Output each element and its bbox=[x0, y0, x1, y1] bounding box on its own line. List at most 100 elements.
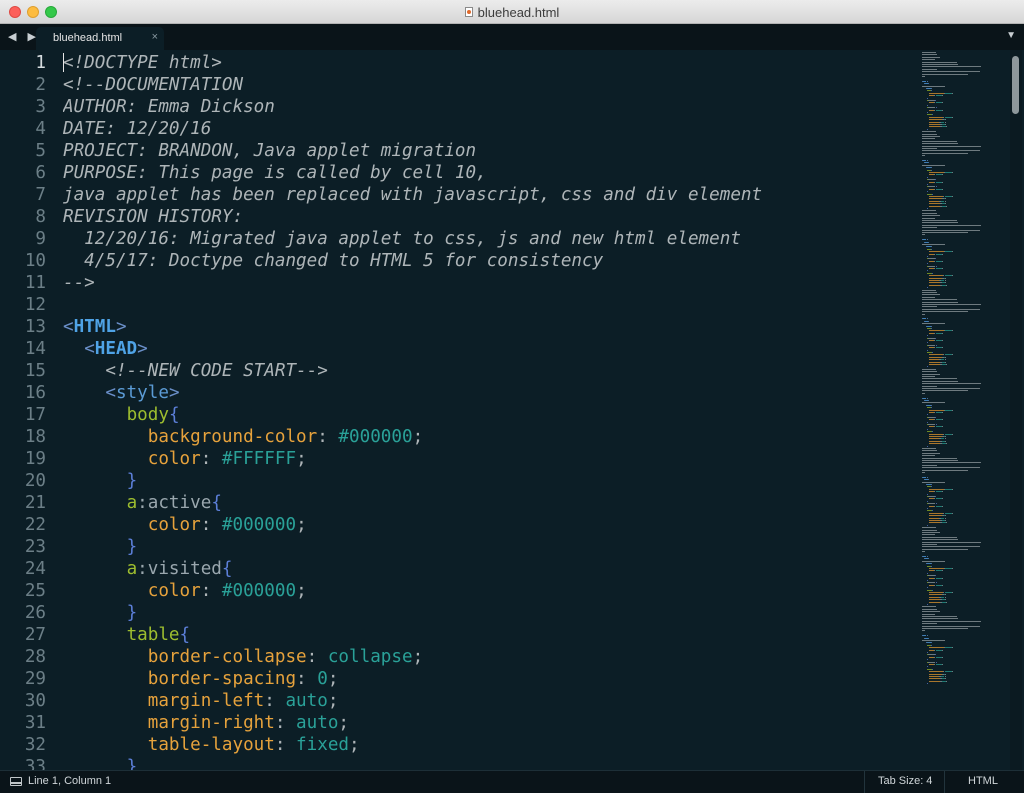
cursor-position: Line 1, Column 1 bbox=[28, 775, 112, 787]
line-number: 24 bbox=[24, 559, 46, 579]
code-line[interactable]: } bbox=[63, 756, 138, 770]
code-line[interactable]: REVISION HISTORY: bbox=[63, 206, 243, 228]
code-line[interactable]: color: #FFFFFF; bbox=[63, 448, 307, 470]
minimap-stroke bbox=[922, 294, 940, 296]
status-bar: Line 1, Column 1 Tab Size: 4 HTML bbox=[0, 770, 1024, 793]
minimap-stroke bbox=[951, 592, 953, 593]
minimap-stroke bbox=[944, 592, 952, 593]
code-line[interactable]: a:visited{ bbox=[63, 558, 233, 580]
minimap-stroke bbox=[922, 620, 982, 622]
minimap[interactable] bbox=[920, 50, 1008, 770]
code-line[interactable]: body{ bbox=[63, 404, 180, 426]
code-token: } bbox=[126, 471, 138, 491]
code-token: table-layout bbox=[147, 735, 275, 755]
minimap-stroke bbox=[922, 544, 938, 545]
minimap-stroke bbox=[929, 520, 940, 521]
code-line[interactable]: --> bbox=[63, 272, 95, 294]
code-line[interactable]: <style> bbox=[63, 382, 179, 404]
minimap-stroke bbox=[941, 664, 943, 665]
code-line[interactable]: 12/20/16: Migrated java applet to css, j… bbox=[63, 228, 741, 250]
code-line[interactable]: <HTML> bbox=[63, 316, 127, 338]
minimap-stroke bbox=[922, 212, 938, 214]
minimap-stroke bbox=[935, 186, 937, 188]
scrollbar-thumb[interactable] bbox=[1012, 56, 1019, 114]
code-token: { bbox=[221, 559, 233, 579]
syntax-selector[interactable]: HTML bbox=[968, 775, 998, 787]
code-line[interactable]: <!--DOCUMENTATION bbox=[63, 74, 243, 96]
minimap-stroke bbox=[926, 635, 928, 637]
code-line[interactable]: DATE: 12/20/16 bbox=[63, 118, 211, 140]
minimap-stroke bbox=[944, 596, 946, 598]
minimap-stroke bbox=[922, 150, 980, 152]
line-number: 20 bbox=[24, 471, 46, 491]
minimap-stroke bbox=[922, 467, 980, 469]
code-line[interactable]: a:active{ bbox=[63, 492, 222, 514]
code-line[interactable]: margin-right: auto; bbox=[63, 712, 349, 734]
minimap-stroke bbox=[929, 121, 940, 123]
minimap-stroke bbox=[922, 220, 958, 221]
code-line[interactable]: PURPOSE: This page is called by cell 10, bbox=[63, 162, 487, 184]
minimap-stroke bbox=[946, 284, 948, 286]
document-icon bbox=[464, 7, 473, 17]
minimap-stroke bbox=[922, 606, 936, 608]
tab-close-icon[interactable]: × bbox=[152, 31, 158, 43]
tab-bluehead-html[interactable]: bluehead.html × bbox=[36, 27, 164, 50]
code-line[interactable]: border-spacing: 0; bbox=[63, 668, 339, 690]
minimap-stroke bbox=[931, 90, 932, 92]
code-token: #000000 bbox=[221, 581, 297, 601]
code-line[interactable]: AUTHOR: Emma Dickson bbox=[63, 96, 275, 118]
minimap-stroke bbox=[922, 388, 980, 389]
code-line[interactable]: <HEAD> bbox=[63, 338, 148, 360]
code-line[interactable]: border-collapse: collapse; bbox=[63, 646, 423, 668]
code-line[interactable]: table{ bbox=[63, 624, 191, 646]
code-editor[interactable]: 1 2 3 4 5 6 7 8 9 10 11 12 13 14 15 16 17 18 19 20 21 22 23 24 2… bbox=[0, 50, 1024, 770]
minimap-stroke bbox=[929, 673, 942, 675]
line-number: 12 bbox=[24, 295, 46, 315]
minimap-stroke bbox=[922, 616, 958, 617]
minimap-stroke bbox=[922, 378, 958, 380]
minimap-stroke bbox=[931, 431, 933, 433]
minimap-stroke bbox=[929, 436, 942, 437]
code-token: DATE: 12/20/16 bbox=[63, 119, 212, 139]
minimap-stroke bbox=[945, 520, 947, 521]
code-line[interactable]: <!DOCTYPE html> bbox=[63, 52, 222, 74]
minimap-stroke bbox=[931, 644, 932, 646]
tab-size-selector[interactable]: Tab Size: 4 bbox=[878, 775, 932, 787]
tab-list-dropdown-icon[interactable]: ▼ bbox=[1006, 30, 1016, 41]
minimap-stroke bbox=[941, 498, 943, 500]
minimap-stroke bbox=[927, 587, 929, 589]
line-number: 23 bbox=[24, 537, 46, 557]
code-line[interactable]: } bbox=[63, 536, 138, 558]
code-area[interactable]: <!DOCTYPE html> <!--DOCUMENTATION AUTHOR: … bbox=[63, 50, 913, 770]
code-line[interactable]: color: #000000; bbox=[63, 514, 307, 536]
line-number: 33 bbox=[24, 757, 46, 770]
code-line[interactable]: java applet has been replaced with javas… bbox=[63, 184, 762, 206]
minimap-stroke bbox=[922, 138, 935, 140]
console-toggle-icon[interactable] bbox=[10, 777, 22, 786]
code-line[interactable]: table-layout: fixed; bbox=[63, 734, 360, 756]
code-line[interactable]: background-color: #000000; bbox=[63, 426, 423, 448]
code-token: a bbox=[126, 493, 138, 513]
minimap-stroke bbox=[927, 421, 929, 423]
code-token: < bbox=[63, 317, 74, 337]
code-line[interactable]: } bbox=[63, 470, 138, 492]
code-line[interactable]: <!--NEW CODE START--> bbox=[63, 360, 327, 382]
code-line[interactable]: } bbox=[63, 602, 138, 624]
code-line[interactable]: margin-left: auto; bbox=[63, 690, 339, 712]
code-token: : bbox=[200, 515, 222, 535]
code-token: style bbox=[115, 383, 169, 403]
code-line[interactable]: PROJECT: BRANDON, Java applet migration bbox=[63, 140, 476, 162]
minimap-stroke bbox=[941, 268, 943, 269]
minimap-stroke bbox=[941, 649, 943, 651]
line-number: 22 bbox=[24, 515, 46, 535]
code-line[interactable]: color: #000000; bbox=[63, 580, 307, 602]
minimap-stroke bbox=[944, 119, 946, 121]
minimap-stroke bbox=[922, 536, 958, 538]
minimap-stroke bbox=[944, 277, 946, 279]
minimap-stroke bbox=[926, 239, 928, 241]
vertical-scrollbar[interactable] bbox=[1010, 50, 1022, 770]
code-token: margin-left bbox=[147, 691, 265, 711]
code-token: margin-right bbox=[147, 713, 275, 733]
code-line[interactable]: 4/5/17: Doctype changed to HTML 5 for co… bbox=[63, 250, 603, 272]
